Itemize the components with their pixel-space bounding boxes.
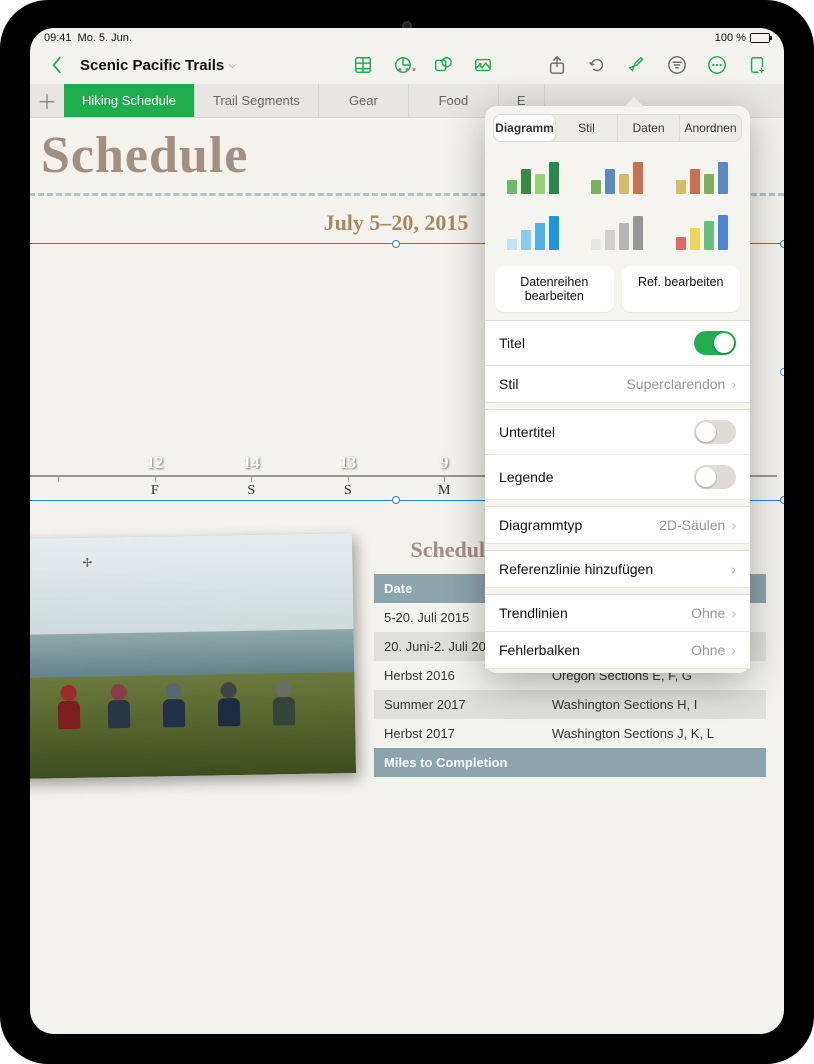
- status-bar: 09:41 Mo. 5. Jun. 100 %: [30, 28, 784, 46]
- chart-style-thumb[interactable]: [495, 152, 571, 200]
- format-brush-button[interactable]: [620, 50, 654, 80]
- tab-gear[interactable]: Gear: [319, 84, 409, 117]
- chevron-right-icon: ›: [731, 561, 736, 577]
- status-time: 09:41: [44, 32, 72, 44]
- chevron-right-icon: ›: [731, 376, 736, 392]
- chevron-right-icon: ›: [731, 642, 736, 658]
- chart-style-thumb[interactable]: [495, 208, 571, 256]
- segment-anordnen[interactable]: Anordnen: [680, 115, 741, 141]
- tab-hiking-schedule[interactable]: Hiking Schedule: [64, 84, 195, 117]
- toggle-untertitel[interactable]: [694, 420, 736, 444]
- row-referenzlinie[interactable]: Referenzlinie hinzufügen ›: [485, 550, 750, 588]
- row-diagrammtyp[interactable]: Diagrammtyp 2D-Säulen›: [485, 506, 750, 544]
- selection-handle[interactable]: [392, 496, 400, 504]
- back-button[interactable]: [40, 50, 74, 80]
- table-row[interactable]: Herbst 2017Washington Sections J, K, L: [374, 719, 766, 748]
- selection-handle[interactable]: [392, 240, 400, 248]
- row-untertitel[interactable]: Untertitel: [485, 409, 750, 455]
- edit-data-series-button[interactable]: Datenreihen bearbeiten: [495, 266, 614, 312]
- tab-trail-segments[interactable]: Trail Segments: [195, 84, 319, 117]
- table-row[interactable]: Summer 2017Washington Sections H, I: [374, 690, 766, 719]
- row-titel[interactable]: Titel: [485, 321, 750, 366]
- x-tick-label: S: [208, 483, 295, 499]
- x-tick-label: F: [112, 483, 199, 499]
- segment-daten[interactable]: Daten: [618, 115, 680, 141]
- chevron-right-icon: ›: [731, 605, 736, 621]
- insert-chart-button[interactable]: [386, 50, 420, 80]
- toggle-legende[interactable]: [694, 465, 736, 489]
- chart-style-thumb[interactable]: [579, 208, 655, 256]
- format-popover: Diagramm Stil Daten Anordnen Datenreihen…: [485, 106, 750, 673]
- status-battery-percent: 100 %: [715, 32, 746, 44]
- chevron-down-icon[interactable]: ⌵: [228, 59, 236, 72]
- x-tick-label: M: [401, 483, 488, 499]
- row-legende[interactable]: Legende: [485, 455, 750, 500]
- insert-table-button[interactable]: [346, 50, 380, 80]
- toggle-titel[interactable]: [694, 331, 736, 355]
- segment-diagramm[interactable]: Diagramm: [494, 115, 556, 141]
- more-button[interactable]: [700, 50, 734, 80]
- photo-image[interactable]: ✢: [30, 533, 356, 779]
- status-date: Mo. 5. Jun.: [78, 32, 132, 44]
- row-stil[interactable]: Stil Superclarendon›: [485, 366, 750, 403]
- battery-icon: [750, 33, 770, 43]
- selection-handle[interactable]: [780, 240, 784, 248]
- new-sheet-button[interactable]: [740, 50, 774, 80]
- selection-handle[interactable]: [780, 368, 784, 376]
- filter-button[interactable]: [660, 50, 694, 80]
- x-tick-label: [30, 483, 102, 499]
- chart-style-thumb[interactable]: [664, 152, 740, 200]
- edit-references-button[interactable]: Ref. bearbeiten: [622, 266, 741, 312]
- document-title[interactable]: Scenic Pacific Trails: [80, 57, 224, 74]
- insert-shape-button[interactable]: [426, 50, 460, 80]
- undo-button[interactable]: [580, 50, 614, 80]
- share-button[interactable]: [540, 50, 574, 80]
- popover-segment-control[interactable]: Diagramm Stil Daten Anordnen: [493, 114, 742, 142]
- x-tick-label: S: [305, 483, 392, 499]
- row-trendlinien[interactable]: Trendlinien Ohne›: [485, 594, 750, 632]
- chart-style-thumb[interactable]: [664, 208, 740, 256]
- main-toolbar: Scenic Pacific Trails ⌵: [30, 46, 784, 84]
- insert-media-button[interactable]: [466, 50, 500, 80]
- row-fehlerbalken[interactable]: Fehlerbalken Ohne›: [485, 632, 750, 669]
- multitask-dots-icon[interactable]: [399, 68, 416, 71]
- segment-stil[interactable]: Stil: [556, 115, 618, 141]
- selection-handle[interactable]: [780, 496, 784, 504]
- chevron-right-icon: ›: [731, 517, 736, 533]
- table-footer[interactable]: Miles to Completion: [374, 748, 766, 777]
- chart-style-thumb[interactable]: [579, 152, 655, 200]
- add-sheet-button[interactable]: ＋: [30, 84, 64, 117]
